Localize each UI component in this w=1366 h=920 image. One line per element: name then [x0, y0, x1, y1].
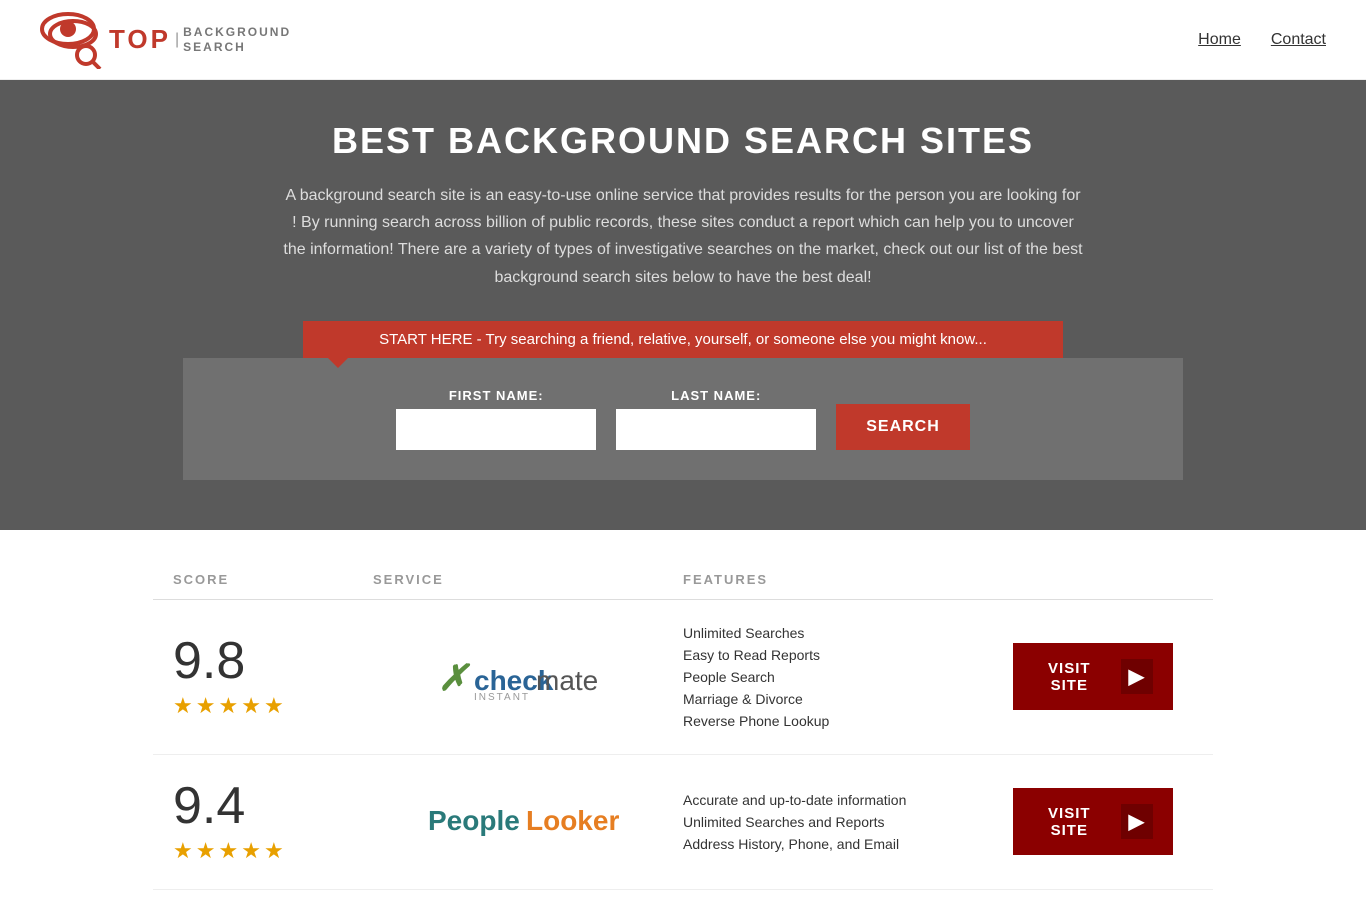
arrow-icon-1: ▶ [1121, 659, 1153, 694]
star-2-5: ★ [264, 838, 284, 864]
score-cell-1: 9.8 ★ ★ ★ ★ ★ [173, 635, 373, 719]
table-row: 9.8 ★ ★ ★ ★ ★ ✗ check mate INSTANT [153, 600, 1213, 755]
svg-text:People: People [428, 805, 520, 836]
table-row: 9.4 ★ ★ ★ ★ ★ People Looker Accurate and… [153, 755, 1213, 890]
col-features: FEATURES [683, 572, 993, 587]
feature-2-3: Address History, Phone, and Email [683, 836, 993, 852]
score-cell-2: 9.4 ★ ★ ★ ★ ★ [173, 780, 373, 864]
logo-bg-line2: SEARCH [183, 40, 291, 54]
col-service: SERVICE [373, 572, 683, 587]
results-section: SCORE SERVICE FEATURES 9.8 ★ ★ ★ ★ ★ ✗ c… [133, 560, 1233, 890]
hero-description: A background search site is an easy-to-u… [283, 182, 1083, 291]
feature-1-2: Easy to Read Reports [683, 647, 993, 663]
hero-title: BEST BACKGROUND SEARCH SITES [20, 120, 1346, 162]
star-1-4: ★ [241, 693, 261, 719]
service-cell-1: ✗ check mate INSTANT [373, 652, 683, 702]
last-name-input[interactable] [616, 409, 816, 450]
logo-bg-line1: BACKGROUND [183, 25, 291, 39]
nav-contact[interactable]: Contact [1271, 31, 1326, 49]
feature-2-1: Accurate and up-to-date information [683, 792, 993, 808]
feature-1-1: Unlimited Searches [683, 625, 993, 641]
score-number-1: 9.8 [173, 635, 245, 687]
search-banner: START HERE - Try searching a friend, rel… [303, 321, 1063, 358]
stars-1: ★ ★ ★ ★ ★ [173, 693, 284, 719]
feature-1-3: People Search [683, 669, 993, 685]
arrow-icon-2: ▶ [1121, 804, 1153, 839]
search-form: FIRST NAME: LAST NAME: SEARCH [183, 358, 1183, 480]
score-number-2: 9.4 [173, 780, 245, 832]
visit-button-2[interactable]: VISIT SITE ▶ [1013, 788, 1173, 855]
svg-text:Looker: Looker [526, 805, 619, 836]
star-2-4: ★ [241, 838, 261, 864]
stars-2: ★ ★ ★ ★ ★ [173, 838, 284, 864]
logo-text: TOP | BACKGROUND SEARCH [109, 24, 291, 55]
feature-2-2: Unlimited Searches and Reports [683, 814, 993, 830]
logo: TOP | BACKGROUND SEARCH [40, 11, 291, 69]
header: TOP | BACKGROUND SEARCH Home Contact [0, 0, 1366, 80]
service-cell-2: People Looker [373, 794, 683, 849]
first-name-label: FIRST NAME: [396, 388, 596, 403]
peoplelooker-logo: People Looker [428, 794, 628, 849]
nav: Home Contact [1198, 31, 1326, 49]
nav-home[interactable]: Home [1198, 31, 1241, 49]
first-name-group: FIRST NAME: [396, 388, 596, 450]
peoplelooker-logo-svg: People Looker [428, 794, 628, 844]
checkmate-logo-svg: ✗ check mate INSTANT [438, 652, 618, 702]
feature-1-4: Marriage & Divorce [683, 691, 993, 707]
search-button[interactable]: SEARCH [836, 404, 970, 450]
star-1-5: ★ [264, 693, 284, 719]
visit-label-1: VISIT SITE [1033, 660, 1106, 694]
svg-text:✗: ✗ [438, 657, 471, 698]
hero-section: BEST BACKGROUND SEARCH SITES A backgroun… [0, 80, 1366, 530]
star-2-2: ★ [196, 838, 216, 864]
logo-top: TOP [109, 24, 171, 55]
visit-cell-2: VISIT SITE ▶ [993, 788, 1193, 855]
table-header: SCORE SERVICE FEATURES [153, 560, 1213, 600]
visit-button-1[interactable]: VISIT SITE ▶ [1013, 643, 1173, 710]
last-name-label: LAST NAME: [616, 388, 816, 403]
star-2-3: ★ [218, 838, 238, 864]
first-name-input[interactable] [396, 409, 596, 450]
star-2-1: ★ [173, 838, 193, 864]
svg-text:mate: mate [536, 665, 598, 696]
star-1-3: ★ [218, 693, 238, 719]
logo-icon [40, 11, 105, 69]
star-1-1: ★ [173, 693, 193, 719]
svg-text:INSTANT: INSTANT [474, 692, 530, 702]
col-score: SCORE [173, 572, 373, 587]
features-cell-2: Accurate and up-to-date information Unli… [683, 792, 993, 852]
star-1-2: ★ [196, 693, 216, 719]
visit-cell-1: VISIT SITE ▶ [993, 643, 1193, 710]
col-action [993, 572, 1193, 587]
visit-label-2: VISIT SITE [1033, 805, 1106, 839]
checkmate-logo: ✗ check mate INSTANT [438, 652, 618, 702]
features-cell-1: Unlimited Searches Easy to Read Reports … [683, 625, 993, 729]
last-name-group: LAST NAME: [616, 388, 816, 450]
feature-1-5: Reverse Phone Lookup [683, 713, 993, 729]
